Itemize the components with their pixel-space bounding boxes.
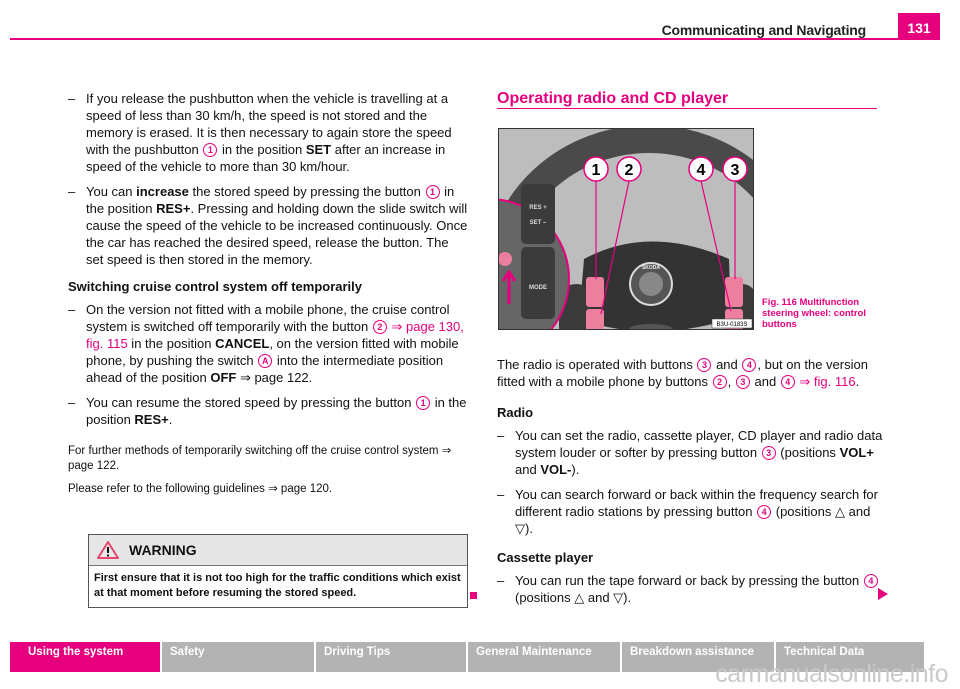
list-item: – You can run the tape forward or back b…: [497, 572, 887, 606]
callout-2-icon: 2: [372, 320, 387, 334]
tab-safety[interactable]: Safety: [162, 642, 314, 672]
figure-code: B3U-0183S: [716, 322, 747, 328]
note-guidelines: Please refer to the following guidelines…: [68, 483, 333, 495]
tab-using-the-system[interactable]: Using the system: [10, 642, 160, 672]
watermark: carmanualsonline.info: [715, 660, 948, 688]
callout-a-icon: A: [258, 354, 273, 368]
list-item: – You can set the radio, cassette player…: [497, 428, 883, 477]
list-item: – You can search forward or back within …: [497, 487, 878, 536]
inset-label-res: RES +: [529, 205, 547, 211]
list-item: – If you release the pushbutton when the…: [68, 91, 452, 174]
warning-title: WARNING: [129, 542, 197, 558]
callout-4: 4: [697, 162, 706, 179]
steering-wheel-illustration: 1 2 4 3 RES + SET – MODE SKODA B3U-0183S: [499, 129, 753, 329]
section-divider: [497, 108, 877, 109]
inset-label-set: SET –: [530, 220, 547, 226]
section-end-marker: [470, 592, 477, 599]
subheading-cassette: Cassette player: [497, 550, 594, 565]
callout-2: 2: [625, 162, 634, 179]
callout-1-icon: 1: [203, 143, 218, 157]
callout-4-icon: 4: [863, 574, 878, 588]
list-item: – You can resume the stored speed by pre…: [68, 395, 467, 427]
continue-arrow-icon[interactable]: [878, 588, 888, 600]
subheading-radio: Radio: [497, 405, 534, 420]
radio-section: The radio is operated with buttons 3 and…: [497, 356, 887, 614]
inset-label-mode: MODE: [529, 285, 547, 291]
figure-caption: Fig. 116 Multifunction steering wheel: c…: [762, 297, 866, 330]
link-fig-116[interactable]: ⇒ fig. 116: [799, 374, 855, 389]
logo-text: SKODA: [642, 265, 660, 271]
warning-box: WARNING First ensure that it is not too …: [88, 534, 468, 608]
callout-4-icon: 4: [780, 375, 795, 389]
callout-1-icon: 1: [416, 396, 431, 410]
tab-general-maintenance[interactable]: General Maintenance: [468, 642, 620, 672]
callout-3-icon: 3: [735, 375, 750, 389]
callout-3-icon: 3: [697, 358, 712, 372]
steering-wheel-figure: 1 2 4 3 RES + SET – MODE SKODA B3U-0183S: [498, 128, 754, 330]
callout-3: 3: [731, 162, 740, 179]
left-column: – If you release the pushbutton when the…: [68, 90, 468, 497]
warning-header: WARNING: [89, 535, 467, 566]
header-divider: [10, 38, 940, 40]
note-further-methods: For further methods of temporarily switc…: [68, 445, 452, 472]
section-title: Operating radio and CD player: [497, 90, 729, 107]
page-number: 131: [898, 13, 940, 38]
list-item: – You can increase the stored speed by p…: [68, 184, 468, 267]
callout-1-icon: 1: [425, 185, 440, 199]
subheading-cruise-off: Switching cruise control system off temp…: [68, 279, 363, 294]
warning-triangle-icon: [97, 541, 119, 559]
callout-3-icon: 3: [761, 446, 776, 460]
callout-4-icon: 4: [742, 358, 757, 372]
tab-driving-tips[interactable]: Driving Tips: [316, 642, 466, 672]
callout-2-icon: 2: [712, 375, 727, 389]
radio-intro: The radio is operated with buttons 3 and…: [497, 357, 868, 389]
warning-text: First ensure that it is not too high for…: [89, 566, 467, 607]
callout-1: 1: [592, 162, 601, 179]
list-item: – On the version not fitted with a mobil…: [68, 302, 464, 385]
callout-4-icon: 4: [757, 505, 772, 519]
chapter-title: Communicating and Navigating: [661, 22, 867, 38]
